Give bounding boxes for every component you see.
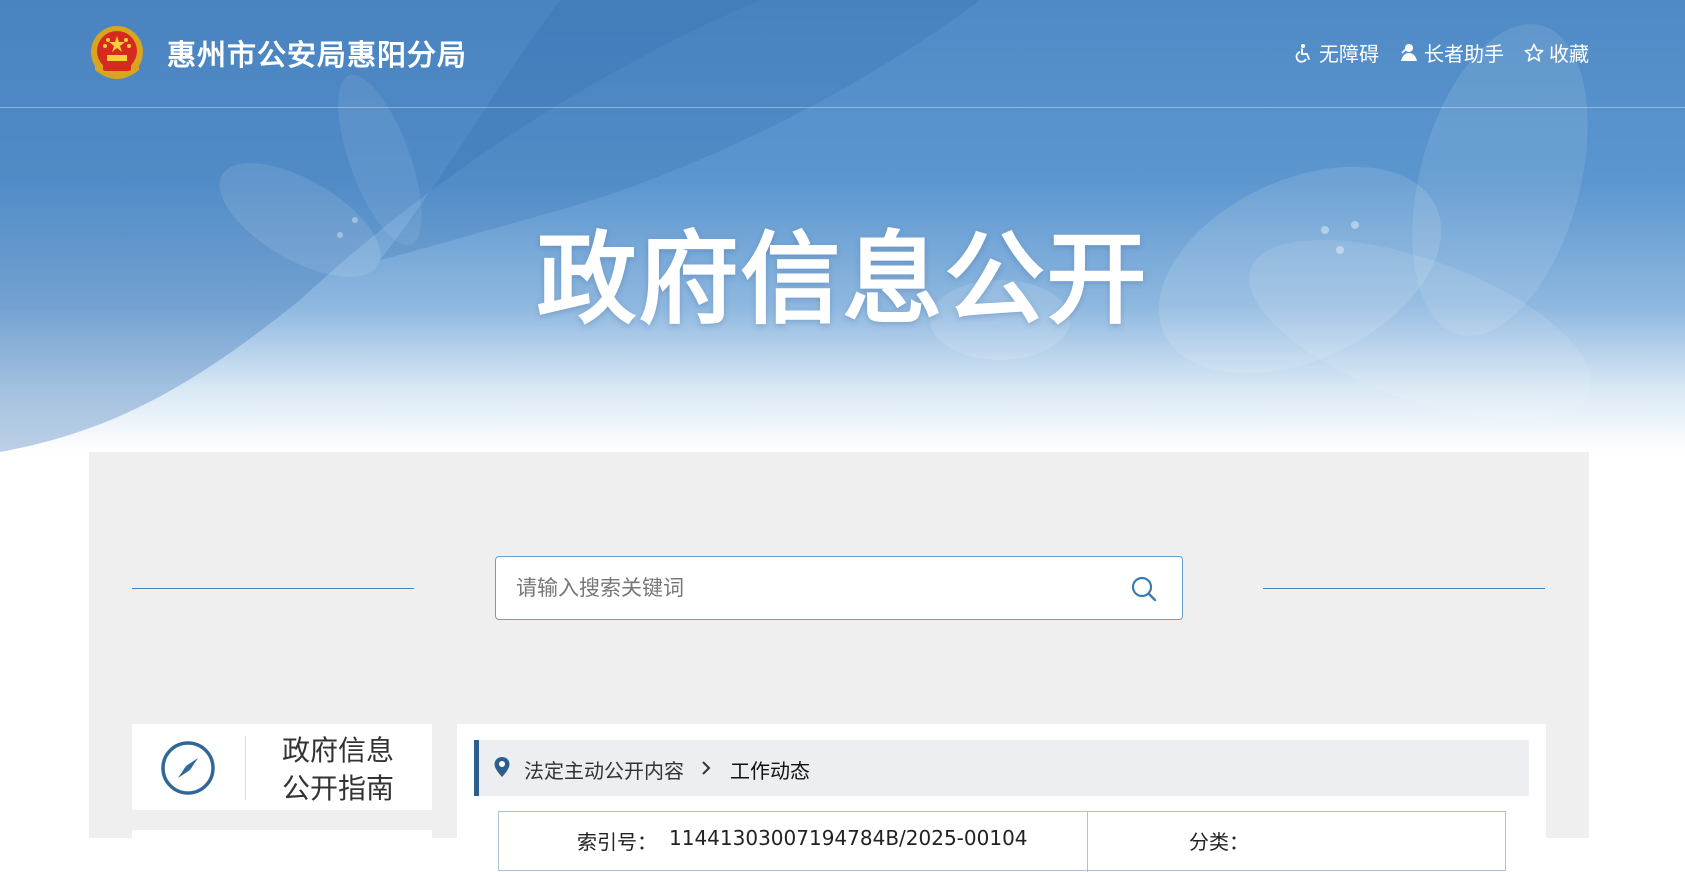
- hero-banner: 惠州市公安局惠阳分局 无障碍 长者助手 收藏 政府信息公开: [0, 0, 1685, 452]
- guide-label-line2: 公开指南: [281, 772, 394, 805]
- elder-assistant-label: 长者助手: [1424, 42, 1504, 66]
- search-input[interactable]: [496, 557, 1116, 619]
- index-label: 索引号：: [577, 830, 657, 854]
- content-panel: 法定主动公开内容 工作动态 索引号： 11441303007194784B/20…: [457, 724, 1546, 872]
- favorite-label: 收藏: [1549, 42, 1589, 66]
- site-title[interactable]: 惠州市公安局惠阳分局: [167, 32, 467, 74]
- chevron-right-icon: [702, 761, 711, 775]
- document-meta-table: 索引号： 11441303007194784B/2025-00104 分类：: [498, 811, 1506, 872]
- guide-label-line1: 政府信息: [281, 734, 394, 767]
- search-icon[interactable]: [1130, 575, 1158, 603]
- header-divider: [0, 107, 1685, 108]
- main-panel: 政府信息 公开指南 法定主动公开内容 工作动态 索引号： 11441303007…: [89, 452, 1589, 872]
- index-value: 11441303007194784B/2025-00104: [669, 826, 1028, 850]
- favorite-link[interactable]: 收藏: [1524, 38, 1589, 67]
- accessibility-label: 无障碍: [1319, 42, 1379, 66]
- breadcrumb: 法定主动公开内容 工作动态: [474, 740, 1529, 796]
- national-emblem-logo[interactable]: [89, 24, 145, 82]
- search-decor-line-right: [1263, 588, 1545, 589]
- location-pin-icon: [494, 757, 510, 777]
- accessibility-link[interactable]: 无障碍: [1294, 38, 1379, 67]
- breadcrumb-item-statutory[interactable]: 法定主动公开内容: [524, 755, 684, 784]
- sidebar-next-card: [132, 830, 432, 850]
- guide-label: 政府信息 公开指南: [258, 732, 418, 808]
- meta-column-divider: [1087, 812, 1088, 872]
- search-box: [495, 556, 1183, 620]
- compass-icon: [161, 741, 215, 795]
- page-title: 政府信息公开: [536, 221, 1149, 338]
- elder-icon: [1401, 43, 1417, 61]
- guide-divider: [245, 736, 246, 800]
- disclosure-guide-card[interactable]: 政府信息 公开指南: [132, 724, 432, 810]
- top-toolbar: 无障碍 长者助手 收藏: [1294, 38, 1589, 67]
- elder-assistant-link[interactable]: 长者助手: [1399, 38, 1504, 67]
- star-icon: [1524, 43, 1544, 62]
- breadcrumb-item-work-updates[interactable]: 工作动态: [730, 755, 810, 784]
- search-decor-line-left: [132, 588, 414, 589]
- category-label: 分类：: [1189, 830, 1249, 854]
- wheelchair-icon: [1295, 43, 1310, 63]
